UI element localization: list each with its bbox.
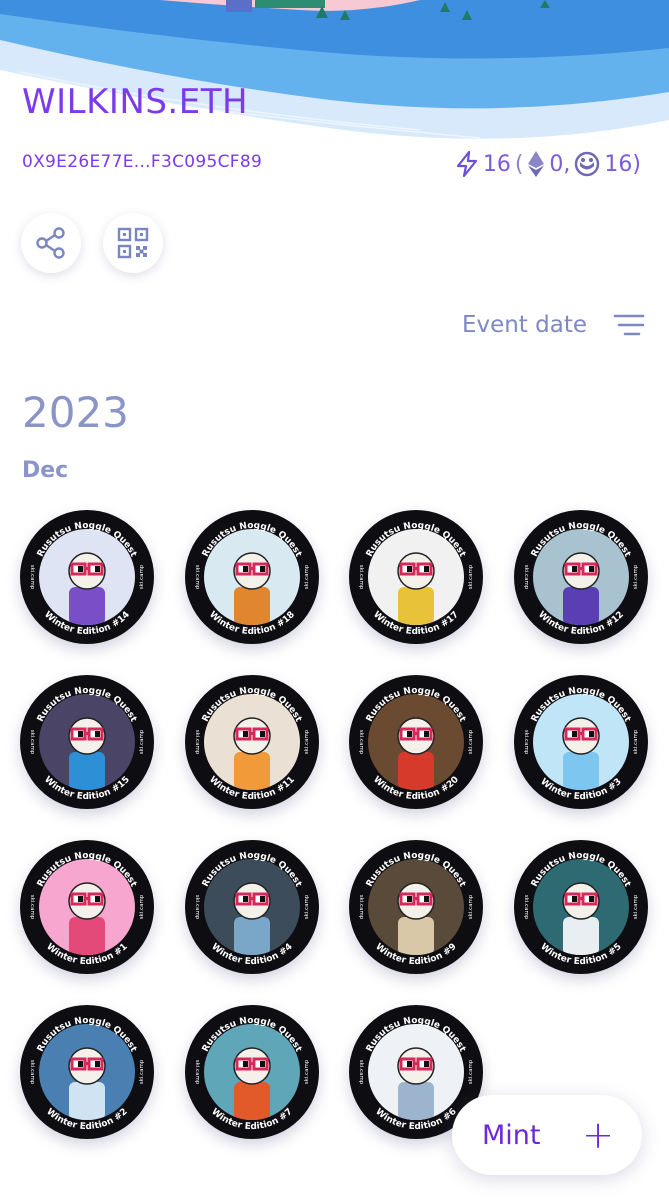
badge-edition-label: Winter Edition #4 xyxy=(209,942,294,967)
badge-edition-label: Winter Edition #11 xyxy=(207,775,297,802)
badge-edition-label: Winter Edition #18 xyxy=(207,610,297,637)
plus-icon: + xyxy=(582,1113,614,1157)
badge-side-text-right: ski.camp xyxy=(468,564,474,589)
badge-side-text-right: ski.camp xyxy=(139,894,145,919)
badge-side-text-right: ski.camp xyxy=(304,564,310,589)
badge-edition-label: Winter Edition #3 xyxy=(538,777,623,802)
section-year: 2023 xyxy=(22,388,129,437)
badge-ring-title: Rusutsu Noggle Quest xyxy=(200,521,303,559)
badge-side-text-left: ski.camp xyxy=(358,895,364,920)
badge-edition-label: Winter Edition #15 xyxy=(42,775,132,802)
qr-code-button[interactable] xyxy=(103,213,163,273)
badge-edition-label: Winter Edition #6 xyxy=(373,1107,458,1132)
badge-ring-title: Rusutsu Noggle Quest xyxy=(200,851,303,889)
poap-badge[interactable]: Rusutsu Noggle Quest Winter Edition #1 ski… xyxy=(20,840,154,974)
badge-ring-title: Rusutsu Noggle Quest xyxy=(365,521,468,559)
mint-button[interactable]: Mint + xyxy=(452,1095,642,1175)
badge-side-text-right: ski.camp xyxy=(139,1059,145,1084)
badge-edition-label: Winter Edition #7 xyxy=(209,1107,294,1132)
badge-edition-label: Winter Edition #20 xyxy=(371,775,461,802)
poap-badge[interactable]: Rusutsu Noggle Quest Winter Edition #18 sk… xyxy=(184,510,319,644)
sort-control[interactable]: Event date xyxy=(462,312,645,338)
poap-badge[interactable]: Rusutsu Noggle Quest Winter Edition #14 sk… xyxy=(20,510,154,644)
badge-side-text-right: ski.camp xyxy=(633,729,639,754)
ethereum-count: 0, xyxy=(549,151,571,177)
badge-side-text-right: ski.camp xyxy=(468,894,474,919)
badge-side-text-left: ski.camp xyxy=(358,565,364,590)
badge-side-text-left: ski.camp xyxy=(29,895,35,920)
poap-badge[interactable]: Rusutsu Noggle Quest Winter Edition #5 ski… xyxy=(513,840,648,974)
badge-edition-label: Winter Edition #12 xyxy=(536,610,626,637)
poap-stats: 16 ( 0, 16) xyxy=(455,150,641,178)
section-month: Dec xyxy=(22,458,69,483)
badge-side-text-left: ski.camp xyxy=(29,565,35,590)
badge-edition-label: Winter Edition #1 xyxy=(44,942,129,967)
badge-side-text-left: ski.camp xyxy=(523,730,529,755)
badge-side-text-right: ski.camp xyxy=(304,1059,310,1084)
badge-side-text-right: ski.camp xyxy=(304,894,310,919)
badge-side-text-right: ski.camp xyxy=(468,1059,474,1084)
badge-ring-title: Rusutsu Noggle Quest xyxy=(365,851,468,889)
badge-side-text-right: ski.camp xyxy=(139,564,145,589)
badge-side-text-left: ski.camp xyxy=(358,730,364,755)
lightning-icon xyxy=(456,151,477,177)
gnosis-count: 16) xyxy=(604,151,641,177)
badge-side-text-left: ski.camp xyxy=(194,730,200,755)
badge-ring-title: Rusutsu Noggle Quest xyxy=(36,521,139,559)
poap-badge[interactable]: Rusutsu Noggle Quest Winter Edition #9 ski… xyxy=(349,840,483,974)
share-icon xyxy=(36,227,65,259)
badge-side-text-right: ski.camp xyxy=(304,729,310,754)
sort-label: Event date xyxy=(461,312,587,338)
poap-badge[interactable]: Rusutsu Noggle Quest Winter Edition #3 ski… xyxy=(513,675,648,809)
badge-ring-title: Rusutsu Noggle Quest xyxy=(529,686,632,724)
badge-edition-label: Winter Edition #14 xyxy=(42,610,132,637)
ens-name: WILKINS.ETH xyxy=(22,82,249,122)
badge-side-text-left: ski.camp xyxy=(523,895,529,920)
badge-edition-label: Winter Edition #17 xyxy=(371,610,461,637)
mint-label: Mint xyxy=(482,1119,541,1151)
badge-ring-title: Rusutsu Noggle Quest xyxy=(365,686,468,724)
badge-side-text-right: ski.camp xyxy=(468,729,474,754)
badge-side-text-left: ski.camp xyxy=(29,730,35,755)
badge-side-text-left: ski.camp xyxy=(358,1060,364,1085)
badge-ring-title: Rusutsu Noggle Quest xyxy=(36,851,139,889)
poap-badge[interactable]: Rusutsu Noggle Quest Winter Edition #2 ski… xyxy=(20,1005,154,1139)
badge-edition-label: Winter Edition #9 xyxy=(373,942,458,967)
poap-badge[interactable]: Rusutsu Noggle Quest Winter Edition #15 sk… xyxy=(20,675,154,809)
badge-edition-label: Winter Edition #2 xyxy=(44,1107,129,1132)
filter-lines-icon[interactable] xyxy=(613,313,645,337)
badge-side-text-right: ski.camp xyxy=(139,729,145,754)
badge-side-text-right: ski.camp xyxy=(633,564,639,589)
share-button[interactable] xyxy=(21,213,81,273)
stats-open: ( xyxy=(514,151,524,177)
poap-badge[interactable]: Rusutsu Noggle Quest Winter Edition #20 sk… xyxy=(349,675,483,809)
total-count: 16 xyxy=(482,151,511,177)
badge-side-text-left: ski.camp xyxy=(194,1060,200,1085)
poap-badge[interactable]: Rusutsu Noggle Quest Winter Edition #12 sk… xyxy=(513,510,648,644)
badge-ring-title: Rusutsu Noggle Quest xyxy=(529,521,632,559)
badge-ring-title: Rusutsu Noggle Quest xyxy=(36,686,139,724)
badge-edition-label: Winter Edition #5 xyxy=(538,942,623,967)
ethereum-icon xyxy=(528,151,545,177)
badge-side-text-right: ski.camp xyxy=(633,894,639,919)
poap-badge[interactable]: Rusutsu Noggle Quest Winter Edition #4 ski… xyxy=(184,840,319,974)
gnosis-icon xyxy=(575,151,600,177)
qr-code-icon xyxy=(117,227,149,259)
poap-badge[interactable]: Rusutsu Noggle Quest Winter Edition #7 ski… xyxy=(184,1005,319,1139)
badge-side-text-left: ski.camp xyxy=(29,1060,35,1085)
header-banner xyxy=(0,0,669,150)
wallet-address[interactable]: 0X9E26E77E...F3C095CF89 xyxy=(22,152,262,172)
badge-side-text-left: ski.camp xyxy=(194,565,200,590)
badge-ring-title: Rusutsu Noggle Quest xyxy=(529,851,632,889)
poap-badge[interactable]: Rusutsu Noggle Quest Winter Edition #17 sk… xyxy=(349,510,483,644)
badge-side-text-left: ski.camp xyxy=(194,895,200,920)
badge-ring-title: Rusutsu Noggle Quest xyxy=(36,1016,139,1054)
badge-ring-title: Rusutsu Noggle Quest xyxy=(200,1016,303,1054)
badge-side-text-left: ski.camp xyxy=(523,565,529,590)
poap-badge[interactable]: Rusutsu Noggle Quest Winter Edition #11 sk… xyxy=(184,675,319,809)
badge-ring-title: Rusutsu Noggle Quest xyxy=(365,1016,468,1054)
badge-ring-title: Rusutsu Noggle Quest xyxy=(200,686,303,724)
